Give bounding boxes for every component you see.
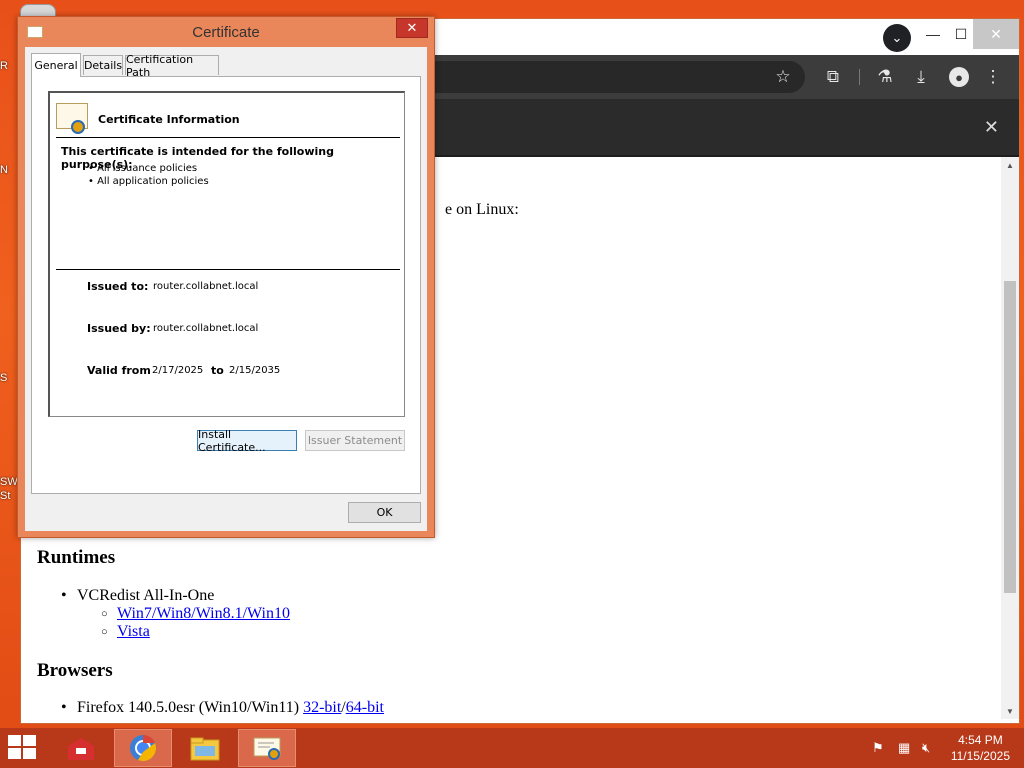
windows-logo-icon (23, 748, 36, 759)
toolbox-icon (68, 738, 94, 760)
general-tab-panel: Certificate Information This certificate… (31, 76, 421, 494)
section-heading-runtimes: Runtimes (37, 547, 116, 568)
list-item-text: Firefox 140.5.0esr (Win10/Win11) (77, 699, 304, 716)
download-link[interactable]: 64-bit (346, 699, 384, 716)
download-link[interactable]: 32-bit (303, 699, 341, 716)
taskbar: ⚑ ▦ 🔇︎ 4:54 PM 11/15/2025 (0, 728, 1024, 768)
taskbar-app-explorer[interactable] (176, 729, 234, 767)
issued-to-value: router.collabnet.local (153, 281, 259, 292)
folder-icon (190, 737, 220, 761)
flag-icon[interactable]: ⚑ (872, 728, 884, 768)
purpose-item: • All application policies (88, 176, 209, 187)
windows-logo-icon (23, 735, 36, 746)
dialog-close-button[interactable]: ✕ (396, 18, 428, 38)
divider (56, 269, 400, 270)
scroll-thumb[interactable] (1004, 281, 1016, 593)
issued-by-label: Issued by: (87, 322, 151, 335)
list-item: Vista (101, 623, 150, 641)
browser-close-button[interactable]: ✕ (973, 19, 1019, 49)
info-heading: Certificate Information (98, 113, 240, 126)
desktop-icon-label[interactable]: SW (0, 476, 18, 488)
clock-date: 11/15/2025 (950, 749, 1010, 763)
download-link[interactable]: Win7/Win8/Win8.1/Win10 (117, 605, 290, 622)
system-clock[interactable]: 4:54 PM 11/15/2025 (951, 732, 1010, 764)
taskbar-app-toolbox[interactable] (52, 729, 110, 767)
tab-search-button[interactable]: ⌄ (883, 24, 911, 52)
start-button[interactable] (8, 735, 38, 761)
issuer-statement-button[interactable]: Issuer Statement (305, 430, 405, 451)
taskbar-app-certificate[interactable] (238, 729, 296, 767)
desktop-icon-label[interactable]: S (0, 372, 7, 384)
clock-time: 4:54 PM (958, 733, 1003, 747)
chrome-icon (130, 735, 156, 761)
infobar-close-icon[interactable]: ✕ (984, 117, 999, 138)
dialog-titlebar[interactable]: Certificate ✕ (18, 17, 434, 47)
network-icon[interactable]: ▦ (898, 728, 910, 768)
install-certificate-button[interactable]: Install Certificate... (197, 428, 297, 454)
star-icon[interactable]: ☆ (771, 65, 795, 89)
issued-by-value: router.collabnet.local (153, 323, 259, 334)
volume-muted-icon[interactable]: 🔇︎ (922, 728, 930, 768)
list-item: Win7/Win8/Win8.1/Win10 (101, 605, 290, 623)
download-icon[interactable]: ⤓ (909, 65, 933, 89)
taskbar-app-chrome[interactable] (114, 729, 172, 767)
tab-certification-path[interactable]: Certification Path (125, 53, 219, 79)
download-link[interactable]: Vista (117, 623, 150, 640)
valid-to-label: to (211, 364, 224, 377)
windows-logo-icon (8, 748, 21, 759)
page-text: e on Linux: (445, 201, 519, 218)
page-scrollbar[interactable]: ▲ ▼ (1001, 157, 1019, 719)
divider (56, 137, 400, 138)
scroll-down-arrow-icon[interactable]: ▼ (1001, 703, 1019, 719)
dialog-body: General Details Certification Path Certi… (25, 47, 427, 531)
valid-to-value: 2/15/2035 (229, 365, 281, 376)
certificate-info-box: Certificate Information This certificate… (48, 91, 405, 417)
desktop-icon-label[interactable]: N (0, 164, 8, 176)
ok-button[interactable]: OK (348, 502, 421, 523)
profile-icon[interactable]: ● (949, 67, 969, 87)
certificate-icon (253, 737, 281, 760)
desktop-icon-label[interactable]: St (0, 490, 10, 502)
toolbar-divider (859, 69, 860, 85)
dialog-title: Certificate (192, 24, 260, 41)
tab-details[interactable]: Details (83, 55, 123, 75)
scroll-up-arrow-icon[interactable]: ▲ (1001, 157, 1019, 173)
certificate-dialog: Certificate ✕ General Details Certificat… (17, 16, 435, 538)
certificate-seal-icon (56, 103, 88, 134)
issued-to-label: Issued to: (87, 280, 149, 293)
labs-icon[interactable]: ⚗ (873, 65, 897, 89)
list-item: Firefox 140.5.0esr (Win10/Win11) 32-bit/… (61, 699, 384, 717)
extensions-icon[interactable]: ⧉ (821, 65, 845, 89)
valid-from-value: 2/17/2025 (152, 365, 204, 376)
purpose-item: • All issuance policies (88, 163, 198, 174)
menu-icon[interactable]: ⋮ (981, 65, 1005, 89)
valid-from-label: Valid from (87, 364, 151, 377)
section-heading-browsers: Browsers (37, 660, 113, 681)
tab-general[interactable]: General (31, 53, 81, 77)
list-item-text: VCRedist All-In-One (77, 587, 215, 604)
list-item: VCRedist All-In-One (61, 587, 215, 605)
desktop-icon-label[interactable]: R (0, 60, 8, 72)
windows-logo-icon (8, 735, 21, 746)
